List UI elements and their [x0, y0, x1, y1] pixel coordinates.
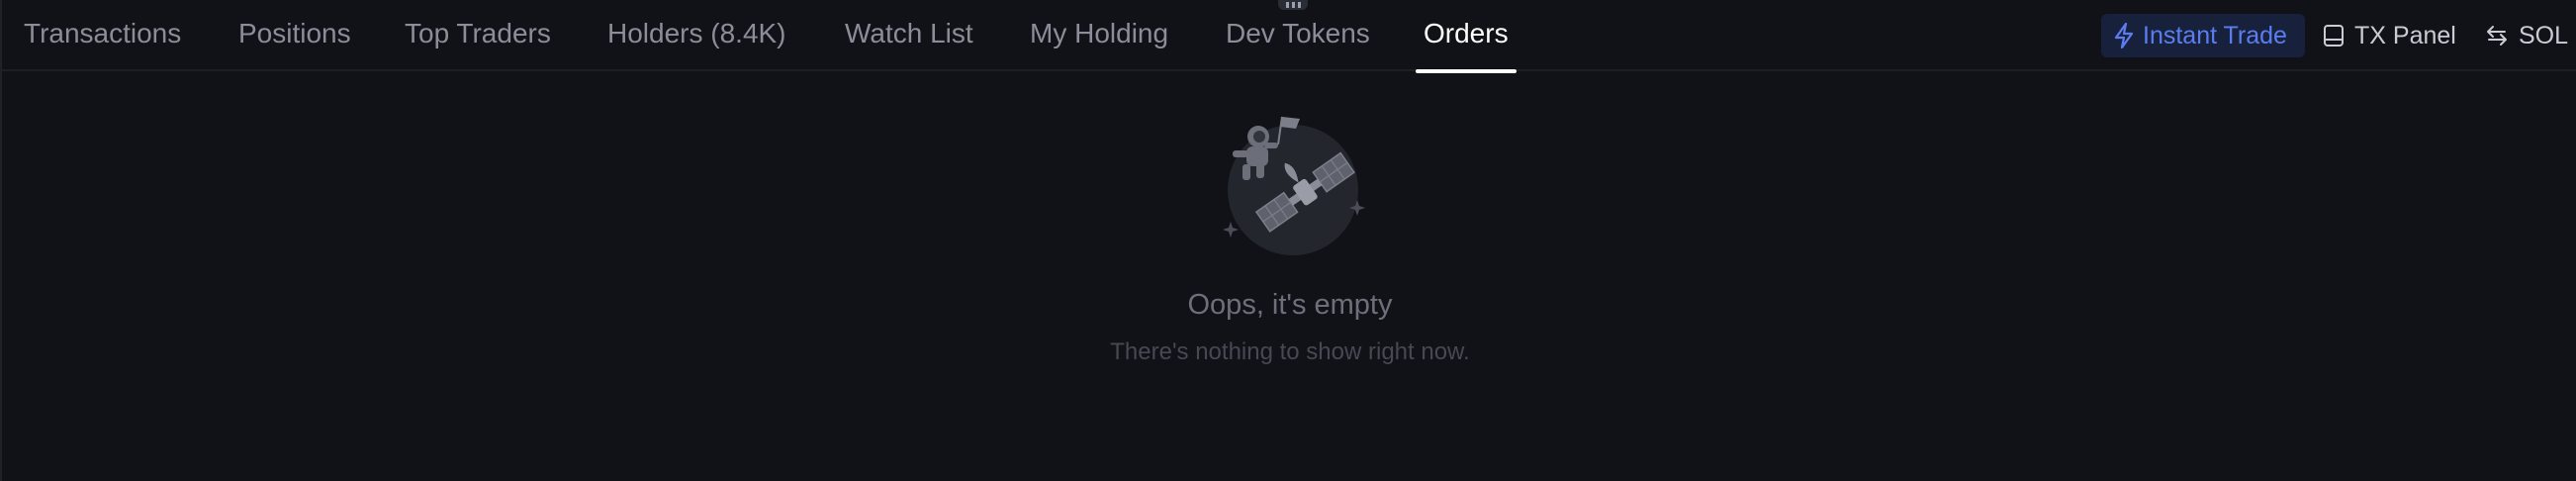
resize-handle[interactable] — [1278, 0, 1308, 10]
tab-my-holding[interactable]: My Holding — [1030, 0, 1168, 71]
empty-state-title: Oops, it's empty — [1187, 289, 1393, 321]
tab-positions[interactable]: Positions — [238, 0, 351, 71]
tx-panel-button[interactable]: TX Panel — [2323, 14, 2456, 57]
astronaut-satellite-illustration — [1223, 116, 1365, 255]
tab-transactions[interactable]: Transactions — [24, 0, 181, 71]
tx-panel-label: TX Panel — [2354, 21, 2456, 49]
tab-watch-list[interactable]: Watch List — [845, 0, 973, 71]
tab-dev-tokens[interactable]: Dev Tokens — [1226, 0, 1370, 71]
instant-trade-label: Instant Trade — [2143, 21, 2287, 49]
empty-state-subtitle: There's nothing to show right now. — [1110, 338, 1470, 365]
active-tab-indicator — [1416, 69, 1517, 73]
panel-icon — [2324, 25, 2344, 47]
bottom-panel: Transactions Positions Top Traders Holde… — [0, 0, 2576, 481]
grip-dot — [1285, 2, 1289, 8]
grip-dot — [1297, 2, 1301, 8]
tab-top-traders[interactable]: Top Traders — [405, 0, 551, 71]
currency-toggle-button[interactable]: SOL — [2485, 14, 2568, 57]
lightning-icon — [2114, 23, 2134, 48]
currency-label: SOL — [2519, 21, 2569, 49]
tab-holders[interactable]: Holders (8.4K) — [607, 0, 786, 71]
tab-orders-label: Orders — [1424, 18, 1509, 48]
instant-trade-button[interactable]: Instant Trade — [2101, 14, 2305, 57]
tab-bar: Transactions Positions Top Traders Holde… — [2, 0, 2576, 73]
grip-dot — [1291, 2, 1295, 8]
tab-orders[interactable]: Orders — [1416, 0, 1517, 73]
swap-arrows-icon — [2487, 26, 2507, 46]
